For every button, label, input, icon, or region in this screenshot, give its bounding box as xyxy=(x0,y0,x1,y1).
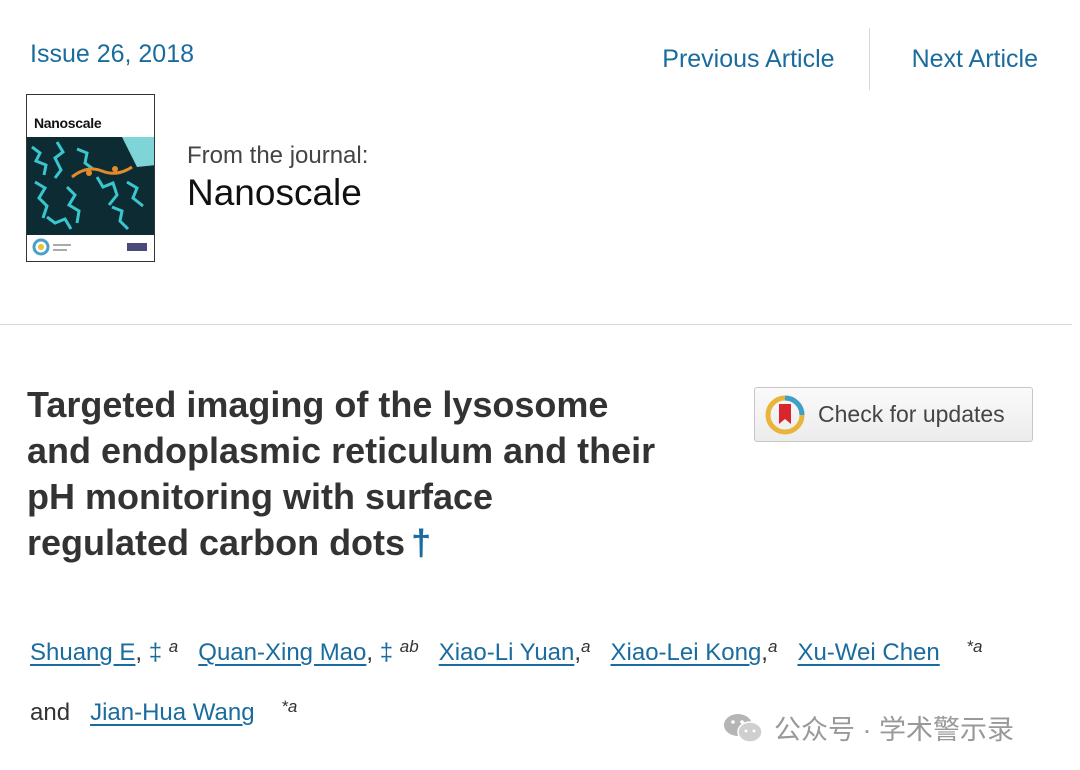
author-link[interactable]: Xu-Wei Chen xyxy=(797,639,939,666)
corresponding-mark: * xyxy=(281,697,288,716)
previous-article-link[interactable]: Previous Article xyxy=(662,45,834,74)
author-separator: , xyxy=(366,639,380,666)
title-line: Targeted imaging of the lysosome xyxy=(27,384,609,425)
next-article-link[interactable]: Next Article xyxy=(912,45,1038,74)
esi-dagger-link[interactable]: † xyxy=(411,522,431,563)
watermark: 公众号 · 学术警示录 xyxy=(722,708,1014,747)
affiliation-sup: a xyxy=(581,637,591,656)
equal-contribution-mark: ‡ xyxy=(148,639,163,666)
from-journal-label: From the journal: xyxy=(187,142,369,169)
section-divider xyxy=(0,324,1072,325)
author-separator: , xyxy=(761,639,768,666)
author-link[interactable]: Xiao-Li Yuan xyxy=(439,639,575,666)
affiliation-sup: a xyxy=(973,637,983,656)
cover-footer xyxy=(27,235,154,261)
check-for-updates-label: Check for updates xyxy=(818,401,1005,427)
affiliation-sup: ab xyxy=(399,637,419,656)
equal-contribution-mark: ‡ xyxy=(379,639,394,666)
affiliation-sup: a xyxy=(168,637,179,656)
affiliation-sup: a xyxy=(287,697,298,716)
author-link[interactable]: Jian-Hua Wang xyxy=(90,699,255,726)
wechat-icon xyxy=(724,713,763,743)
article-title: Targeted imaging of the lysosome and end… xyxy=(27,382,747,566)
author-link[interactable]: Shuang E xyxy=(30,639,135,666)
cover-art xyxy=(27,137,154,237)
journal-name-link[interactable]: Nanoscale xyxy=(187,172,362,214)
authors-and: and xyxy=(30,699,71,726)
article-nav: Previous Article Next Article xyxy=(662,28,1080,90)
author-link[interactable]: Quan-Xing Mao xyxy=(198,639,366,666)
title-line: pH monitoring with surface xyxy=(27,476,494,517)
title-line: regulated carbon dots xyxy=(27,522,406,563)
title-line: and endoplasmic reticulum and their xyxy=(27,430,656,471)
watermark-text: 公众号 · 学术警示录 xyxy=(774,715,1014,745)
journal-cover-image[interactable]: Nanoscale xyxy=(26,94,155,262)
check-updates-icon xyxy=(765,395,805,434)
author-link[interactable]: Xiao-Lei Kong xyxy=(611,639,762,666)
cover-title: Nanoscale xyxy=(34,115,102,131)
issue-link[interactable]: Issue 26, 2018 xyxy=(30,40,194,69)
nav-divider xyxy=(868,28,870,90)
author-separator: , xyxy=(135,639,149,666)
check-for-updates-button[interactable]: Check for updates xyxy=(754,387,1033,442)
affiliation-sup: a xyxy=(767,637,778,656)
